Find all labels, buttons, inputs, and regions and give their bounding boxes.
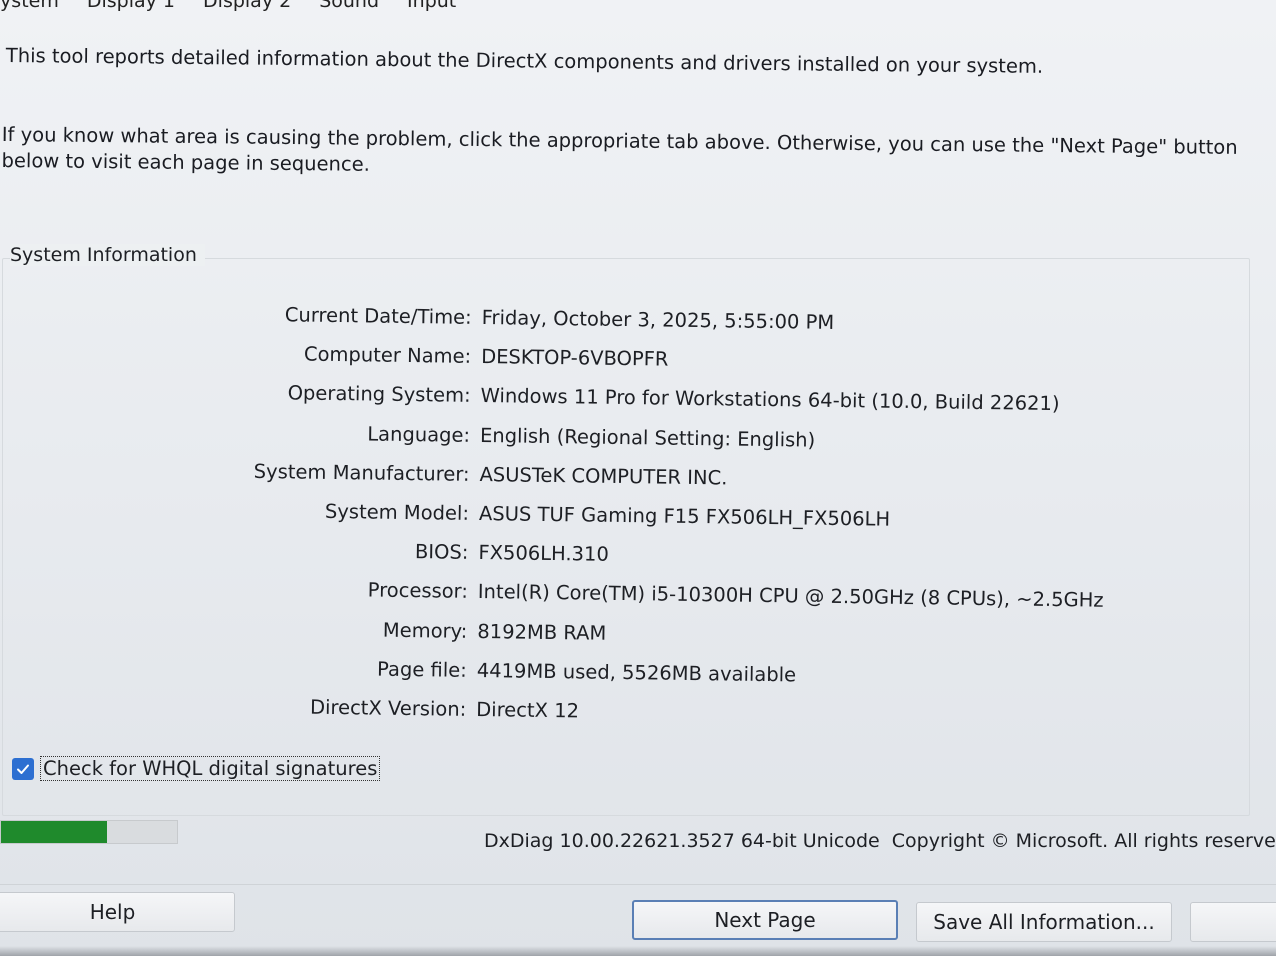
progress-bar-fill: [1, 821, 107, 843]
tab-bar: System Display 1 Display 2 Sound Input: [0, 0, 470, 16]
info-label: Language:: [367, 422, 471, 447]
info-value: ASUS TUF Gaming F15 FX506LH_FX506LH: [478, 502, 891, 531]
info-label: Page file:: [376, 657, 467, 682]
info-label: Current Date/Time:: [284, 303, 472, 329]
footer-separator: [0, 884, 1276, 885]
copyright-text: Copyright © Microsoft. All rights reserv…: [891, 830, 1276, 852]
screen-edge-shadow: [0, 946, 1276, 956]
info-label: DirectX Version:: [309, 695, 467, 721]
help-button[interactable]: Help: [0, 892, 235, 932]
info-label: Processor:: [367, 578, 469, 604]
hint-text: If you know what area is causing the pro…: [1, 122, 1238, 176]
checkmark-icon: [17, 764, 29, 774]
info-value: 4419MB used, 5526MB available: [476, 658, 797, 687]
info-value: Windows 11 Pro for Workstations 64-bit (…: [480, 384, 1060, 416]
dxdiag-window: System Display 1 Display 2 Sound Input T…: [0, 0, 1276, 956]
system-info-list: Current Date/Time: Friday, October 3, 20…: [0, 291, 1200, 739]
info-value: FX506LH.310: [478, 541, 609, 567]
version-text: DxDiag 10.00.22621.3527 64-bit Unicode: [484, 830, 880, 852]
info-label: Operating System:: [287, 381, 471, 408]
tab-input[interactable]: Input: [393, 0, 470, 16]
tab-system[interactable]: System: [0, 0, 73, 16]
tab-sound[interactable]: Sound: [305, 0, 393, 16]
progress-bar: [0, 820, 178, 844]
info-value: Intel(R) Core(TM) i5-10300H CPU @ 2.50GH…: [477, 580, 1104, 613]
save-all-information-button[interactable]: Save All Information...: [916, 902, 1172, 942]
system-information-title: System Information: [10, 244, 205, 266]
next-page-button[interactable]: Next Page: [632, 900, 898, 940]
info-value: English (Regional Setting: English): [479, 423, 816, 452]
info-value: Friday, October 3, 2025, 5:55:00 PM: [481, 306, 835, 335]
info-label: Computer Name:: [303, 342, 472, 369]
info-value: DESKTOP-6VBOPFR: [481, 345, 669, 371]
tab-display-2[interactable]: Display 2: [189, 0, 305, 16]
info-value: DirectX 12: [476, 697, 580, 723]
info-label: System Manufacturer:: [253, 459, 470, 486]
footer-info: DxDiag 10.00.22621.3527 64-bit Unicode Co…: [484, 830, 1276, 852]
info-value: ASUSTeK COMPUTER INC.: [479, 462, 728, 490]
intro-text: This tool reports detailed information a…: [5, 44, 1044, 78]
whql-checkbox-row: Check for WHQL digital signatures: [12, 756, 381, 781]
info-label: System Model:: [324, 499, 470, 525]
exit-button[interactable]: [1190, 902, 1276, 942]
info-value: 8192MB RAM: [477, 619, 607, 645]
whql-checkbox-label[interactable]: Check for WHQL digital signatures: [40, 756, 381, 781]
info-label: Memory:: [382, 618, 468, 643]
whql-checkbox[interactable]: [12, 757, 34, 780]
tab-display-1[interactable]: Display 1: [73, 0, 189, 16]
info-label: BIOS:: [414, 540, 469, 565]
